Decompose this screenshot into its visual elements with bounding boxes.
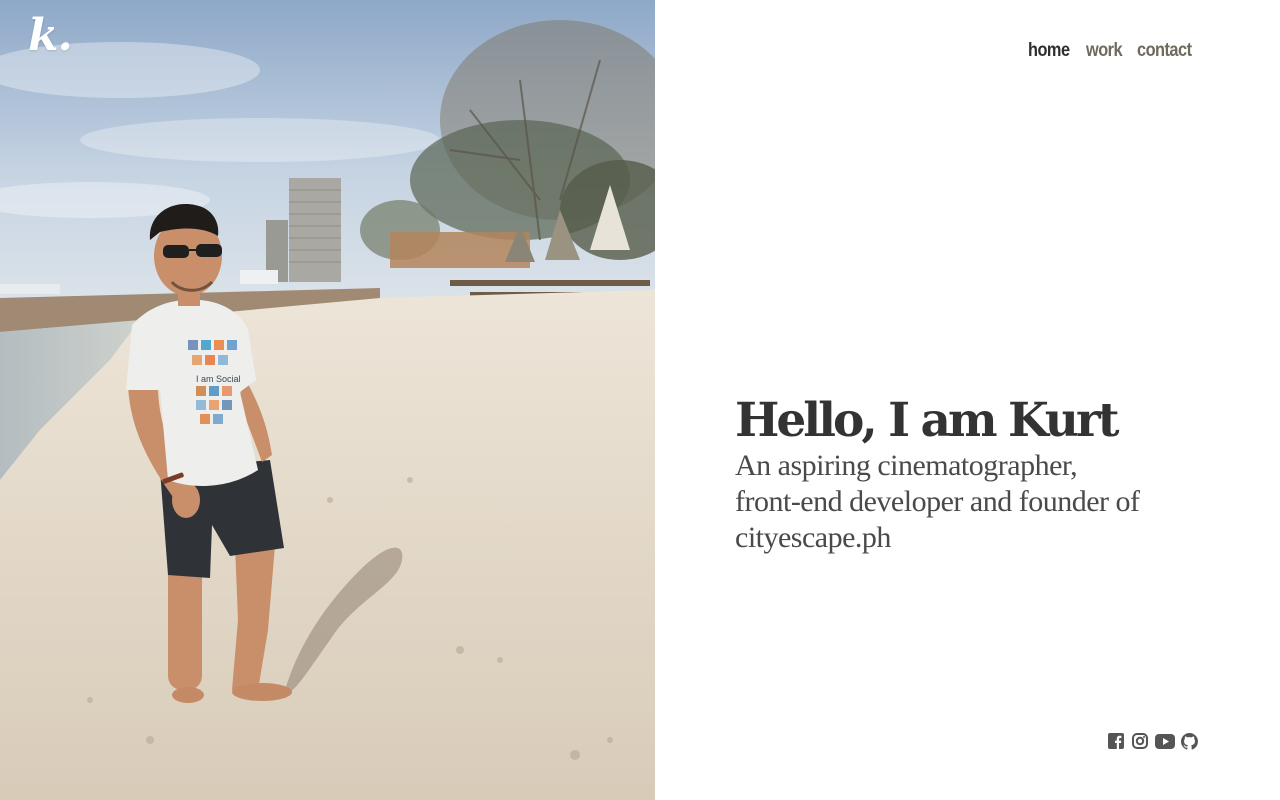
hero-tagline-line: cityescape.ph	[735, 521, 891, 554]
youtube-icon[interactable]	[1154, 732, 1175, 750]
nav-work-link[interactable]: work	[1086, 40, 1123, 62]
instagram-icon[interactable]	[1130, 732, 1149, 750]
social-links	[1106, 732, 1199, 750]
hero-intro: Hello, I am Kurt An aspiring cinematogra…	[735, 392, 1205, 556]
hero-tagline-line: front-end developer and founder of	[735, 485, 1140, 518]
nav-home-link[interactable]: home	[1028, 40, 1070, 62]
hero-heading: Hello, I am Kurt	[735, 393, 1119, 448]
nav-contact-link[interactable]: contact	[1137, 40, 1192, 62]
hero-photo: I am Social k.	[0, 0, 655, 800]
main-nav: home work contact	[1028, 40, 1200, 62]
beach-photo-illustration: I am Social	[0, 0, 655, 800]
github-icon[interactable]	[1180, 732, 1199, 750]
hero-tagline-line: An aspiring cinematographer,	[735, 449, 1078, 482]
site-logo[interactable]: k.	[28, 14, 73, 58]
facebook-icon[interactable]	[1106, 732, 1125, 750]
shirt-text: I am Social	[196, 374, 241, 384]
hero-tagline: An aspiring cinematographer, front-end d…	[735, 448, 1205, 556]
